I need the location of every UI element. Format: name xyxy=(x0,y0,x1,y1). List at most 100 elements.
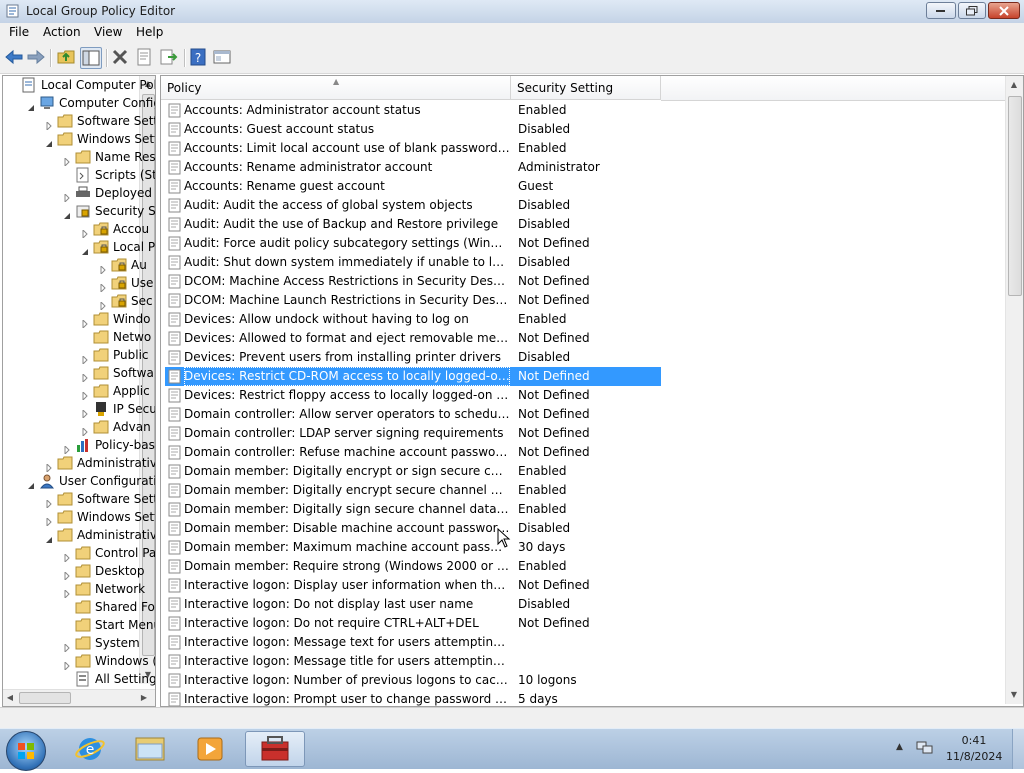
table-row[interactable]: Interactive logon: Do not display last u… xyxy=(165,595,661,614)
minimize-button[interactable] xyxy=(926,2,956,19)
menu-action[interactable]: Action xyxy=(40,25,84,39)
table-row[interactable]: Domain member: Digitally encrypt secure … xyxy=(165,481,661,500)
collapsed-arrow-icon[interactable] xyxy=(63,153,71,168)
expanded-arrow-icon[interactable] xyxy=(81,243,89,255)
table-row[interactable]: Interactive logon: Number of previous lo… xyxy=(165,671,661,690)
console-view-icon[interactable] xyxy=(212,47,232,67)
maximize-button[interactable] xyxy=(958,2,986,19)
table-row[interactable]: Accounts: Limit local account use of bla… xyxy=(165,139,661,158)
delete-icon[interactable] xyxy=(110,47,130,67)
taskbar-media-player[interactable] xyxy=(182,731,238,767)
scroll-up-arrow-icon[interactable]: ▲ xyxy=(1009,80,1019,90)
collapsed-arrow-icon[interactable] xyxy=(81,351,89,366)
security-setting-value: Disabled xyxy=(518,255,571,269)
scroll-left-arrow-icon[interactable]: ◀ xyxy=(5,693,15,703)
show-hide-tree-icon[interactable] xyxy=(80,47,102,69)
list-vertical-scrollbar[interactable]: ▲ ▼ xyxy=(1005,76,1023,704)
expanded-arrow-icon[interactable] xyxy=(27,477,35,489)
table-row[interactable]: Domain controller: Refuse machine accoun… xyxy=(165,443,661,462)
table-row[interactable]: Accounts: Administrator account status En… xyxy=(165,101,661,120)
collapsed-arrow-icon[interactable] xyxy=(45,513,53,528)
table-row[interactable]: Devices: Allowed to format and eject rem… xyxy=(165,329,661,348)
properties-icon[interactable] xyxy=(134,47,154,67)
taskbar-windows-explorer[interactable] xyxy=(122,731,178,767)
table-row[interactable]: Devices: Allow undock without having to … xyxy=(165,310,661,329)
table-row[interactable]: Interactive logon: Display user informat… xyxy=(165,576,661,595)
column-header-security-setting[interactable]: Security Setting xyxy=(511,76,661,100)
table-row[interactable]: Interactive logon: Prompt user to change… xyxy=(165,690,661,706)
table-row[interactable]: Domain member: Require strong (Windows 2… xyxy=(165,557,661,576)
collapsed-arrow-icon[interactable] xyxy=(63,549,71,564)
menu-file[interactable]: File xyxy=(6,25,32,39)
back-arrow-icon[interactable] xyxy=(4,47,24,67)
menu-view[interactable]: View xyxy=(91,25,125,39)
show-desktop-button[interactable] xyxy=(1012,729,1024,769)
scroll-right-arrow-icon[interactable]: ▶ xyxy=(139,693,149,703)
tree-horizontal-scrollbar[interactable]: ◀ ▶ xyxy=(3,689,155,706)
table-row[interactable]: Accounts: Guest account status Disabled xyxy=(165,120,661,139)
collapsed-arrow-icon[interactable] xyxy=(63,657,71,672)
table-row[interactable]: Domain member: Digitally encrypt or sign… xyxy=(165,462,661,481)
table-row[interactable]: DCOM: Machine Launch Restrictions in Sec… xyxy=(165,291,661,310)
taskbar-internet-explorer[interactable]: e xyxy=(62,731,118,767)
collapsed-arrow-icon[interactable] xyxy=(81,405,89,420)
show-hidden-icons-button[interactable]: ▲ xyxy=(896,742,903,752)
collapsed-arrow-icon[interactable] xyxy=(99,261,107,276)
collapsed-arrow-icon[interactable] xyxy=(63,585,71,600)
expanded-arrow-icon[interactable] xyxy=(45,531,53,543)
table-row[interactable]: Audit: Audit the access of global system… xyxy=(165,196,661,215)
tree-hscroll-thumb[interactable] xyxy=(19,692,71,704)
table-row[interactable]: Audit: Force audit policy subcategory se… xyxy=(165,234,661,253)
collapsed-arrow-icon[interactable] xyxy=(63,441,71,456)
column-header-policy[interactable]: ▲ Policy xyxy=(161,76,511,100)
table-row[interactable]: Domain member: Disable machine account p… xyxy=(165,519,661,538)
policy-list-pane[interactable]: ▲ Policy Security Setting ▲ ▼ Accounts: … xyxy=(160,75,1024,707)
list-scroll-thumb[interactable] xyxy=(1008,96,1022,296)
table-row[interactable]: Devices: Restrict CD-ROM access to local… xyxy=(165,367,661,386)
up-folder-icon[interactable] xyxy=(56,47,76,67)
tree-pane[interactable]: ▲ ▼ ◀ ▶ Local Computer Polic Computer Con… xyxy=(2,75,156,707)
table-row[interactable]: Domain member: Digitally sign secure cha… xyxy=(165,500,661,519)
policy-name: Domain member: Digitally sign secure cha… xyxy=(184,502,510,516)
table-row[interactable]: Interactive logon: Do not require CTRL+A… xyxy=(165,614,661,633)
table-row[interactable]: Accounts: Rename administrator account Ad… xyxy=(165,158,661,177)
menu-help[interactable]: Help xyxy=(133,25,166,39)
collapsed-arrow-icon[interactable] xyxy=(81,369,89,384)
security-setting-value: Not Defined xyxy=(518,293,590,307)
table-row[interactable]: Interactive logon: Message title for use… xyxy=(165,652,661,671)
table-row[interactable]: Audit: Shut down system immediately if u… xyxy=(165,253,661,272)
collapsed-arrow-icon[interactable] xyxy=(99,279,107,294)
collapsed-arrow-icon[interactable] xyxy=(81,315,89,330)
collapsed-arrow-icon[interactable] xyxy=(45,117,53,132)
export-list-icon[interactable] xyxy=(158,47,178,67)
collapsed-arrow-icon[interactable] xyxy=(45,459,53,474)
table-row[interactable]: Accounts: Rename guest account Guest xyxy=(165,177,661,196)
collapsed-arrow-icon[interactable] xyxy=(45,495,53,510)
start-button[interactable] xyxy=(6,731,46,771)
collapsed-arrow-icon[interactable] xyxy=(63,567,71,582)
collapsed-arrow-icon[interactable] xyxy=(63,639,71,654)
table-row[interactable]: Audit: Audit the use of Backup and Resto… xyxy=(165,215,661,234)
help-icon[interactable]: ? xyxy=(188,47,208,67)
collapsed-arrow-icon[interactable] xyxy=(99,297,107,312)
expanded-arrow-icon[interactable] xyxy=(45,135,53,147)
collapsed-arrow-icon[interactable] xyxy=(63,189,71,204)
table-row[interactable]: Domain controller: Allow server operator… xyxy=(165,405,661,424)
table-row[interactable]: DCOM: Machine Access Restrictions in Sec… xyxy=(165,272,661,291)
expanded-arrow-icon[interactable] xyxy=(63,207,71,219)
table-row[interactable]: Devices: Restrict floppy access to local… xyxy=(165,386,661,405)
collapsed-arrow-icon[interactable] xyxy=(81,225,89,240)
table-row[interactable]: Interactive logon: Message text for user… xyxy=(165,633,661,652)
table-row[interactable]: Domain member: Maximum machine account p… xyxy=(165,538,661,557)
network-icon[interactable] xyxy=(916,740,934,756)
system-clock[interactable]: 0:41 11/8/2024 xyxy=(946,733,1002,765)
close-button[interactable] xyxy=(988,2,1020,19)
table-row[interactable]: Devices: Prevent users from installing p… xyxy=(165,348,661,367)
table-row[interactable]: Domain controller: LDAP server signing r… xyxy=(165,424,661,443)
collapsed-arrow-icon[interactable] xyxy=(81,387,89,402)
collapsed-arrow-icon[interactable] xyxy=(81,423,89,438)
taskbar-group-policy-editor[interactable] xyxy=(245,731,305,767)
forward-arrow-icon[interactable] xyxy=(26,47,46,67)
expanded-arrow-icon[interactable] xyxy=(27,99,35,111)
scroll-down-arrow-icon[interactable]: ▼ xyxy=(1009,690,1019,700)
